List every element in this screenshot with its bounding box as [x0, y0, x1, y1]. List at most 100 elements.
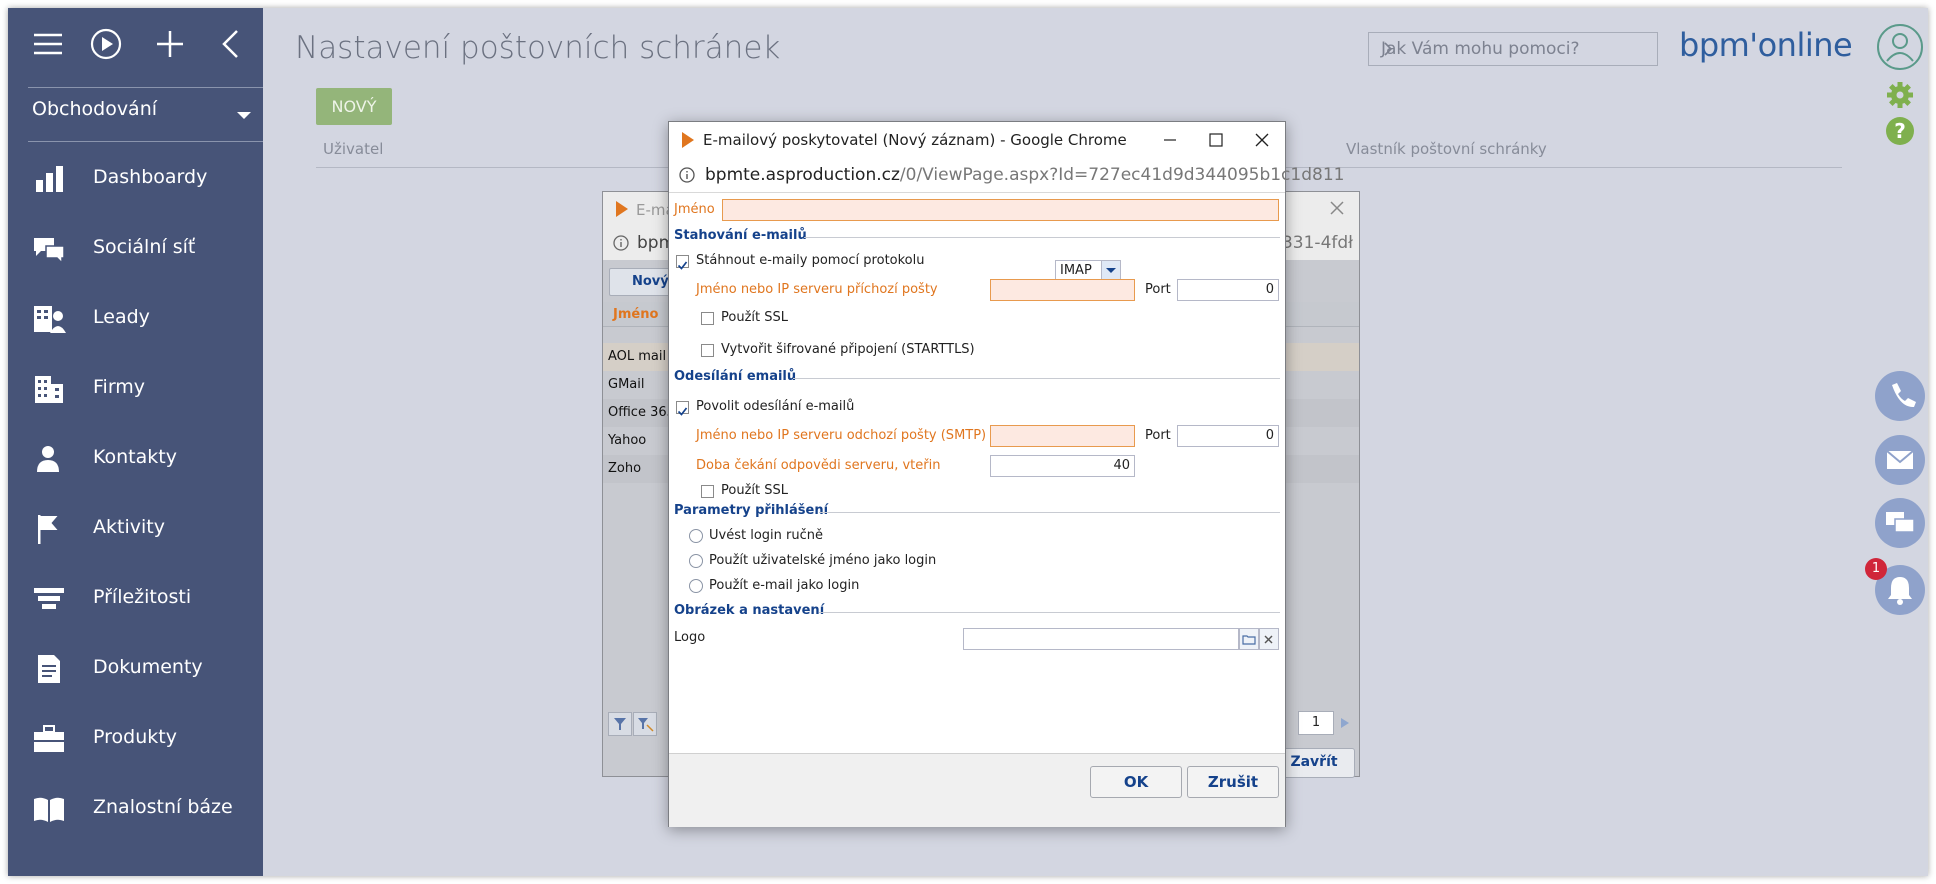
send-section-title: Odesílání emailů: [674, 369, 797, 384]
sidebar-item-activities[interactable]: Aktivity: [8, 500, 263, 560]
outgoing-port-input[interactable]: 0: [1177, 425, 1279, 447]
bg-url-tail: 331-4fdł: [1281, 233, 1353, 253]
minimize-icon[interactable]: [1147, 122, 1193, 158]
url-path: /0/ViewPage.aspx?Id=727ec41d9d344095b1c1…: [899, 165, 1345, 185]
incoming-port-input[interactable]: 0: [1177, 279, 1279, 301]
menu-icon[interactable]: [26, 24, 70, 64]
section-selector[interactable]: Obchodování: [32, 98, 257, 134]
collapse-chevron-icon[interactable]: [210, 24, 254, 64]
login-username-label: Použít uživatelské jméno jako login: [709, 553, 937, 568]
buildings-icon: [32, 372, 66, 406]
sidebar-toolbar: [8, 8, 263, 86]
send-checkbox[interactable]: [676, 401, 689, 416]
briefcase-icon: [32, 722, 66, 756]
login-username-radio[interactable]: [689, 554, 703, 568]
flag-icon: [32, 512, 66, 546]
gear-icon[interactable]: [1885, 80, 1915, 110]
outgoing-server-input[interactable]: [990, 425, 1135, 447]
outgoing-ssl-checkbox[interactable]: [701, 485, 714, 498]
download-checkbox-label: Stáhnout e-maily pomocí protokolu: [696, 253, 925, 268]
chevron-down-icon[interactable]: [1101, 261, 1120, 280]
bg-new-button[interactable]: Nový: [609, 268, 671, 296]
plus-icon[interactable]: [148, 24, 192, 64]
section-divider: [793, 378, 1280, 379]
sidebar-item-documents[interactable]: Dokumenty: [8, 640, 263, 700]
mail-icon[interactable]: [1875, 435, 1925, 485]
document-icon: [32, 652, 66, 686]
maximize-icon[interactable]: [1193, 122, 1239, 158]
person-icon: [32, 442, 66, 476]
sidebar-item-social[interactable]: Sociální síť: [8, 220, 263, 280]
login-email-label: Použít e-mail jako login: [709, 578, 860, 593]
image-section-title: Obrázek a nastavení: [674, 603, 825, 618]
clear-filter-icon[interactable]: [633, 712, 657, 736]
brand-logo: bpm'online: [1679, 26, 1853, 64]
clear-icon[interactable]: [1259, 628, 1279, 650]
funnel-icon: [32, 582, 66, 616]
protocol-value: IMAP: [1060, 263, 1092, 278]
url-text: bpmte.asproduction.cz/0/ViewPage.aspx?Id…: [705, 165, 1344, 185]
cancel-button[interactable]: Zrušit: [1187, 766, 1279, 798]
sidebar-item-products[interactable]: Produkty: [8, 710, 263, 770]
name-input[interactable]: [722, 199, 1279, 221]
logo-input[interactable]: [963, 628, 1239, 650]
timeout-input[interactable]: 40: [990, 455, 1135, 477]
sidebar-item-leads[interactable]: Leady: [8, 290, 263, 350]
login-section-title: Parametry přihlášení: [674, 503, 829, 518]
starttls-checkbox[interactable]: [701, 344, 714, 357]
outgoing-ssl-label: Použít SSL: [721, 483, 788, 498]
column-header-owner[interactable]: Vlastník poštovní schránky: [1346, 140, 1547, 158]
user-profile-icon[interactable]: [1875, 22, 1925, 72]
timeout-label: Doba čekání odpovědi serveru, vteřin: [696, 458, 941, 473]
incoming-server-label: Jméno nebo IP serveru příchozí pošty: [696, 282, 938, 297]
incoming-server-input[interactable]: [990, 279, 1135, 301]
address-bar[interactable]: bpmte.asproduction.cz/0/ViewPage.aspx?Id…: [669, 158, 1344, 193]
name-label: Jméno: [674, 202, 715, 217]
sidebar-item-knowledge-base[interactable]: Znalostní báze: [8, 780, 263, 840]
chat-bubbles-icon: [32, 232, 66, 266]
download-checkbox[interactable]: [676, 255, 689, 270]
outgoing-server-label: Jméno nebo IP serveru odchozí pošty (SMT…: [696, 428, 987, 443]
sidebar-divider: [28, 87, 263, 88]
sidebar-item-dashboards[interactable]: Dashboardy: [8, 150, 263, 210]
chat-icon[interactable]: [1875, 498, 1925, 548]
app-play-icon: [681, 131, 695, 153]
bg-name-header[interactable]: Jméno: [613, 307, 658, 322]
play-icon[interactable]: [84, 24, 128, 64]
incoming-ssl-checkbox[interactable]: [701, 312, 714, 325]
leads-icon: [32, 302, 66, 336]
help-search-input[interactable]: Jak Vám mohu pomoci?: [1368, 32, 1658, 66]
login-email-radio[interactable]: [689, 579, 703, 593]
ok-button[interactable]: OK: [1090, 766, 1182, 798]
close-icon[interactable]: [1325, 196, 1349, 224]
filter-icon[interactable]: [608, 712, 632, 736]
help-icon[interactable]: ?: [1885, 116, 1915, 146]
svg-text:?: ?: [1894, 119, 1906, 143]
page-number-input[interactable]: 1: [1298, 711, 1334, 735]
protocol-select[interactable]: IMAP: [1055, 260, 1121, 281]
right-rail: ?: [1870, 8, 1928, 876]
next-page-icon[interactable]: [1339, 715, 1351, 734]
dialog-content: Jméno Stahování e-mailů Stáhnout e-maily…: [669, 193, 1285, 753]
close-icon[interactable]: [1239, 122, 1285, 158]
page-title: Nastavení poštovních schránek: [295, 30, 781, 66]
logo-label: Logo: [674, 630, 706, 645]
column-header-user[interactable]: Uživatel: [323, 140, 383, 158]
sidebar-item-accounts[interactable]: Firmy: [8, 360, 263, 420]
sidebar: Obchodování Dashboardy Sociální síť Lead…: [8, 8, 263, 876]
window-titlebar: E-mailový poskytovatel (Nový záznam) - G…: [669, 122, 1285, 158]
login-manual-label: Uvést login ručně: [709, 528, 823, 543]
phone-icon[interactable]: [1875, 371, 1925, 421]
play-icon: [615, 200, 629, 222]
section-label: Obchodování: [32, 98, 158, 120]
folder-icon[interactable]: [1239, 628, 1259, 650]
info-icon: [613, 235, 629, 255]
bar-chart-icon: [32, 162, 66, 196]
info-icon: [679, 167, 695, 187]
new-button[interactable]: NOVÝ: [316, 88, 392, 125]
sidebar-item-opportunities[interactable]: Příležitosti: [8, 570, 263, 630]
dialog-footer: OK Zrušit: [669, 753, 1285, 827]
sidebar-item-contacts[interactable]: Kontakty: [8, 430, 263, 490]
chevron-right-icon: [1381, 39, 1645, 64]
login-manual-radio[interactable]: [689, 529, 703, 543]
